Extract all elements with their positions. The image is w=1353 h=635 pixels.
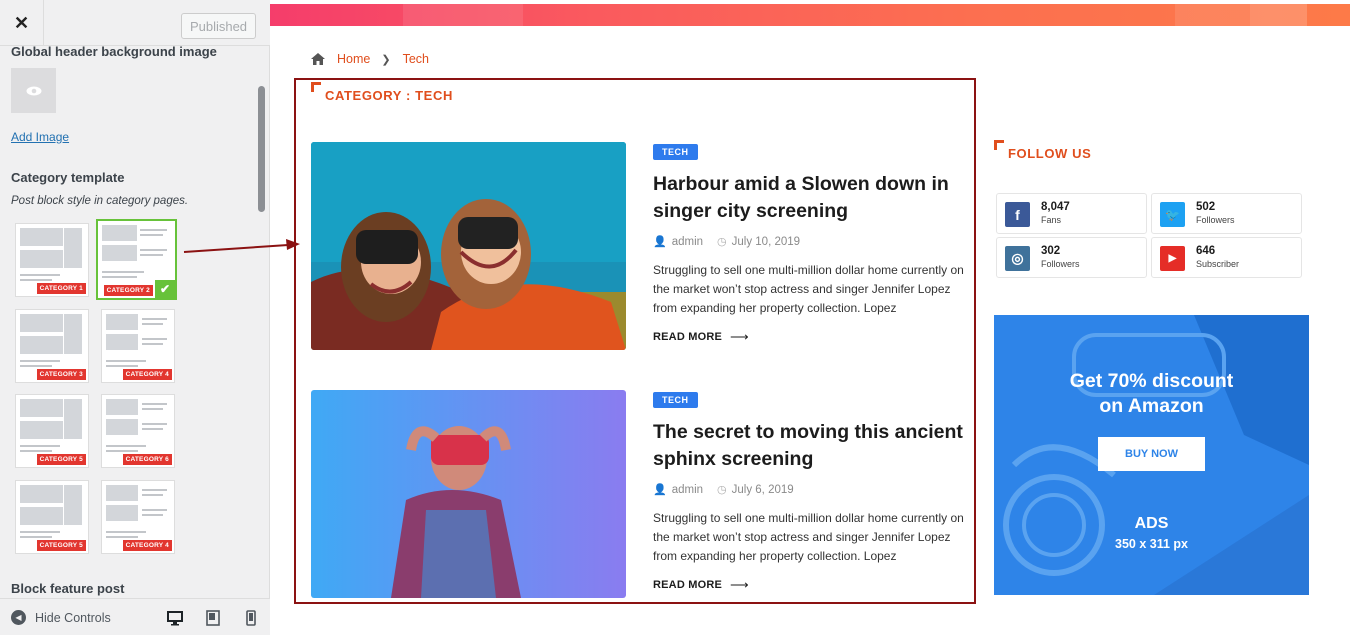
follow-us-heading-text: FOLLOW US — [1008, 146, 1092, 161]
post-1-title[interactable]: Harbour amid a Slowen down in singer cit… — [653, 171, 963, 225]
social-label: Followers — [1196, 215, 1235, 225]
breadcrumb-home[interactable]: Home — [337, 52, 370, 66]
social-count: 302 — [1041, 245, 1061, 257]
desktop-icon[interactable] — [167, 610, 183, 626]
template-option-4[interactable]: CATEGORY 4 — [101, 309, 175, 383]
global-header-bg-title: Global header background image — [11, 46, 217, 59]
tablet-icon[interactable] — [205, 610, 221, 626]
customizer-screen: ✕ Published Global header background ima… — [0, 0, 1353, 635]
clock-icon: ◷ — [717, 236, 727, 248]
social-instagram-card[interactable]: ◎ 302 Followers — [996, 237, 1147, 278]
instagram-icon: ◎ — [1005, 246, 1030, 271]
heading-corner-decoration — [311, 82, 321, 92]
ad-line-1: Get 70% discount — [1069, 370, 1234, 392]
chevron-right-icon: ❯ — [381, 53, 391, 66]
home-icon[interactable] — [311, 53, 325, 65]
close-icon: ✕ — [13, 12, 30, 33]
user-icon: 👤 — [653, 484, 667, 496]
arrow-right-icon: ⟶ — [730, 329, 749, 344]
vr-photo-child — [311, 390, 626, 598]
template-badge: CATEGORY 4 — [122, 369, 172, 380]
clock-icon: ◷ — [717, 484, 727, 496]
post-2-read-more[interactable]: READ MORE ⟶ — [653, 577, 749, 593]
vr-photo-two-women — [311, 142, 626, 350]
customizer-panel: ✕ Published Global header background ima… — [0, 0, 270, 635]
post-2-date: July 6, 2019 — [731, 483, 794, 496]
social-label: Subscriber — [1196, 259, 1240, 269]
post-2-title[interactable]: The secret to moving this ancient sphinx… — [653, 419, 963, 473]
image-placeholder[interactable] — [11, 68, 56, 113]
twitter-icon: 🐦 — [1160, 202, 1185, 227]
ad-banner[interactable]: Get 70% discount on Amazon BUY NOW ADS 3… — [994, 315, 1309, 595]
post-image-1[interactable] — [311, 142, 626, 350]
panel-header: ✕ Published — [0, 0, 270, 46]
social-facebook-card[interactable]: f 8,047 Fans — [996, 193, 1147, 234]
template-badge: CATEGORY 2 — [103, 285, 153, 296]
follow-us-heading: FOLLOW US — [994, 140, 1092, 161]
social-label: Followers — [1041, 259, 1080, 269]
post-1-date: July 10, 2019 — [731, 235, 801, 248]
post-1-tag[interactable]: TECH — [653, 144, 698, 160]
eye-icon — [26, 86, 41, 95]
ad-label: ADS — [1134, 515, 1169, 532]
template-option-7[interactable]: CATEGORY 5 — [15, 480, 89, 554]
post-1-read-more[interactable]: READ MORE ⟶ — [653, 329, 749, 345]
template-badge: CATEGORY 3 — [36, 369, 86, 380]
category-template-desc: Post block style in category pages. — [11, 195, 189, 207]
post-1-author[interactable]: admin — [672, 236, 703, 248]
template-badge: CATEGORY 1 — [36, 283, 86, 294]
social-count: 646 — [1196, 245, 1216, 257]
hide-controls-label: Hide Controls — [35, 610, 111, 625]
template-badge: CATEGORY 5 — [36, 540, 86, 551]
post-1-meta: 👤 admin ◷ July 10, 2019 — [653, 235, 801, 249]
buy-now-button[interactable]: BUY NOW — [1098, 437, 1205, 471]
post-2-author[interactable]: admin — [672, 484, 703, 496]
category-template-title: Category template — [11, 170, 125, 185]
template-badge: CATEGORY 6 — [122, 454, 172, 465]
template-option-8[interactable]: CATEGORY 4 — [101, 480, 175, 554]
template-option-2[interactable]: CATEGORY 2 ✔ — [96, 219, 177, 300]
post-2-excerpt: Struggling to sell one multi-million dol… — [653, 511, 964, 563]
mobile-icon[interactable] — [243, 610, 259, 626]
collapse-icon: ◀ — [11, 610, 26, 625]
close-button[interactable]: ✕ — [0, 0, 44, 46]
template-badge: CATEGORY 4 — [122, 540, 172, 551]
read-more-label: READ MORE — [653, 331, 723, 343]
arrow-right-icon: ⟶ — [730, 577, 749, 592]
heading-corner-decoration — [994, 140, 1004, 150]
youtube-icon: ▶ — [1160, 246, 1185, 271]
social-youtube-card[interactable]: ▶ 646 Subscriber — [1151, 237, 1302, 278]
published-button[interactable]: Published — [181, 13, 256, 39]
breadcrumb-current[interactable]: Tech — [403, 52, 429, 66]
post-image-2[interactable] — [311, 390, 626, 598]
template-option-6[interactable]: CATEGORY 6 — [101, 394, 175, 468]
read-more-label: READ MORE — [653, 579, 723, 591]
social-count: 8,047 — [1041, 201, 1070, 213]
ad-line-2: on Amazon — [1099, 395, 1204, 417]
social-label: Fans — [1041, 215, 1062, 225]
add-image-link[interactable]: Add Image — [11, 130, 69, 144]
category-heading: CATEGORY : TECH — [311, 82, 453, 103]
social-count: 502 — [1196, 201, 1216, 213]
post-1-excerpt: Struggling to sell one multi-million dol… — [653, 263, 964, 315]
checkmark-icon: ✔ — [155, 280, 175, 298]
hide-controls-button[interactable]: ◀ Hide Controls — [11, 610, 111, 625]
social-twitter-card[interactable]: 🐦 502 Followers — [1151, 193, 1302, 234]
ad-size: 350 x 311 px — [1115, 537, 1188, 551]
user-icon: 👤 — [653, 236, 667, 248]
panel-controls: Global header background image Add Image… — [0, 46, 256, 598]
template-badge: CATEGORY 5 — [36, 454, 86, 465]
post-2-tag[interactable]: TECH — [653, 392, 698, 408]
post-2-meta: 👤 admin ◷ July 6, 2019 — [653, 483, 794, 497]
panel-scrollbar[interactable] — [258, 86, 265, 212]
facebook-icon: f — [1005, 202, 1030, 227]
block-feature-post-title: Block feature post — [11, 581, 125, 596]
breadcrumb: Home ❯ Tech — [311, 52, 429, 66]
panel-footer: ◀ Hide Controls — [0, 598, 270, 635]
template-option-3[interactable]: CATEGORY 3 — [15, 309, 89, 383]
category-heading-text: CATEGORY : TECH — [325, 88, 453, 103]
header-banner — [270, 4, 1350, 26]
template-option-1[interactable]: CATEGORY 1 — [15, 223, 89, 297]
template-option-5[interactable]: CATEGORY 5 — [15, 394, 89, 468]
